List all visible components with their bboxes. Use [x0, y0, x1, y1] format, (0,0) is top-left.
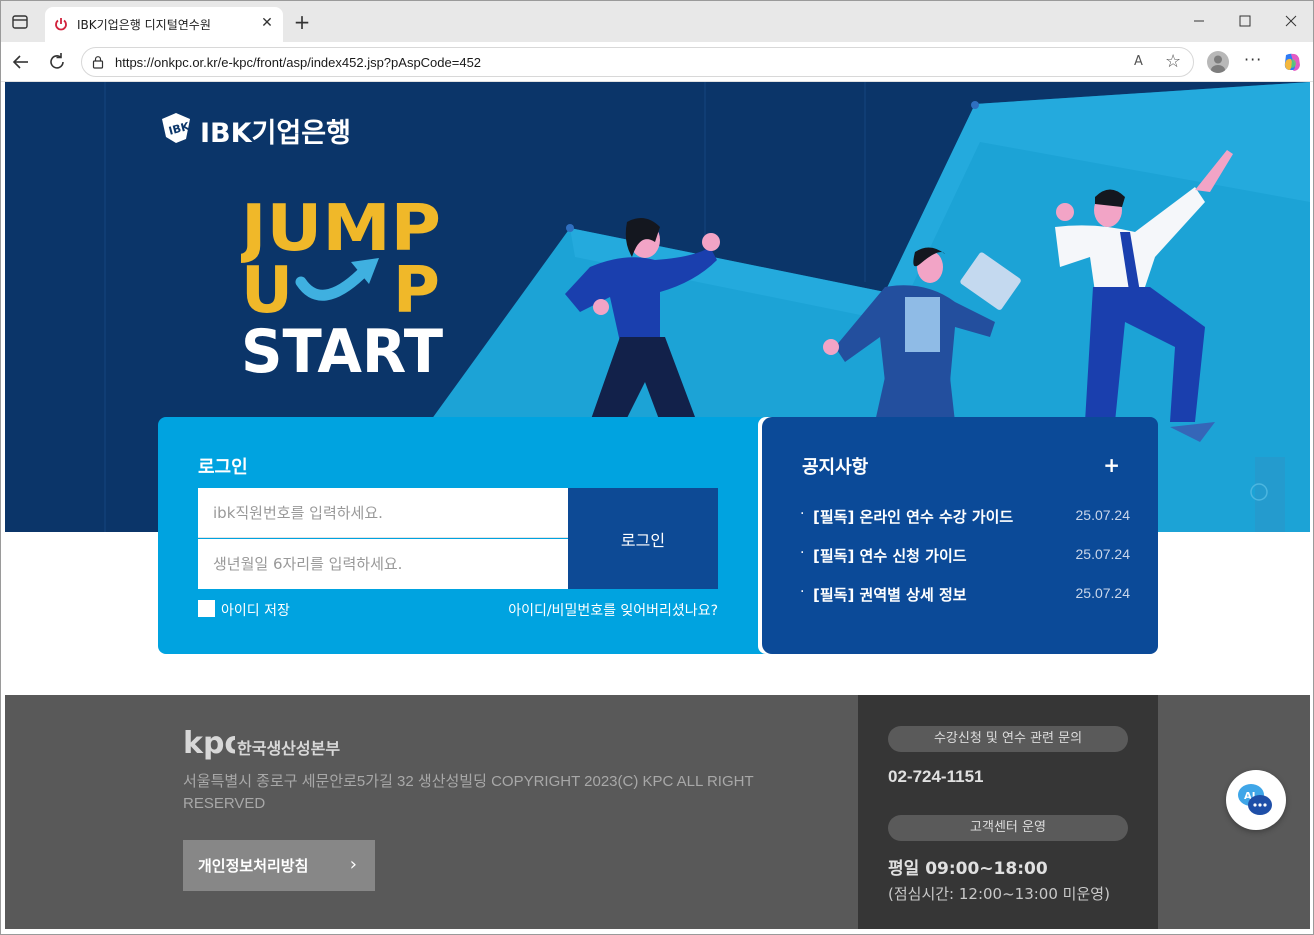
power-favicon-icon — [53, 16, 69, 32]
minimize-icon[interactable] — [1184, 9, 1214, 33]
slogan: JUMP U P START — [237, 192, 451, 387]
notice-item-date: 25.07.24 — [1075, 507, 1131, 523]
url-text[interactable]: https://onkpc.or.kr/e-kpc/front/asp/inde… — [115, 55, 481, 70]
read-aloud-icon[interactable]: A — [1134, 54, 1143, 69]
notice-item-title[interactable]: [필독] 권역별 상세 정보 — [813, 584, 967, 605]
footer: kpc 한국생산성본부 서울특별시 종로구 세문안로5가길 32 생산성빌딩 C… — [5, 695, 1310, 929]
tab-strip: IBK기업은행 디지털연수원 ✕ + — [1, 1, 1313, 42]
browser-toolbar: https://onkpc.or.kr/e-kpc/front/asp/inde… — [1, 42, 1313, 82]
browser-window: IBK기업은행 디지털연수원 ✕ + https://onkpc.or.kr/e… — [0, 0, 1314, 935]
ibk-logo-mark-icon: IBK — [162, 113, 191, 143]
save-id-checkbox[interactable] — [198, 600, 215, 617]
kpc-logo-text: kpc — [183, 726, 235, 761]
notice-item[interactable]: · [필독] 권역별 상세 정보 25.07.24 — [800, 584, 1130, 606]
login-button[interactable]: 로그인 — [568, 488, 718, 589]
lunch-break-note: (점심시간: 12:00~13:00 미운영) — [888, 885, 1110, 903]
tab-title: IBK기업은행 디지털연수원 — [77, 18, 211, 32]
kpc-logo-mark-icon: kpc — [183, 726, 235, 761]
notice-item-date: 25.07.24 — [1075, 546, 1131, 562]
birthdate-input[interactable] — [198, 539, 568, 589]
ibk-logo[interactable]: IBK IBK기업은행 — [158, 109, 358, 149]
copilot-icon[interactable] — [1281, 51, 1303, 73]
privacy-policy-label: 개인정보처리방침 — [198, 857, 309, 875]
refresh-icon[interactable] — [45, 50, 69, 74]
ai-chat-icon: AI — [1238, 784, 1272, 815]
more-options-icon[interactable]: ··· — [1244, 50, 1262, 69]
inquiry-label: 수강신청 및 연수 관련 문의 — [888, 726, 1128, 752]
notice-more-button[interactable]: + — [1103, 453, 1120, 477]
new-tab-button[interactable]: + — [291, 11, 313, 33]
slogan-graphic: JUMP U P START — [237, 192, 443, 387]
address-bar[interactable]: https://onkpc.or.kr/e-kpc/front/asp/inde… — [81, 47, 1194, 77]
back-icon[interactable] — [9, 50, 33, 74]
customer-center-label: 고객센터 운영 — [888, 815, 1128, 841]
notice-item-title[interactable]: [필독] 연수 신청 가이드 — [813, 545, 967, 566]
page-content: IBK IBK기업은행 JUMP U P START 로그인 로그인 — [5, 82, 1310, 929]
profile-avatar-icon[interactable] — [1207, 51, 1229, 73]
notice-bullet: · — [800, 545, 805, 561]
tab-actions-icon[interactable] — [9, 11, 31, 33]
operating-hours: 평일 09:00~18:00 — [888, 859, 1048, 879]
org-name: 한국생산성본부 — [237, 739, 341, 758]
notice-title: 공지사항 — [802, 457, 869, 478]
slogan-line-3: START — [241, 317, 443, 382]
notice-bullet: · — [800, 506, 805, 522]
notice-bullet: · — [800, 584, 805, 600]
login-title: 로그인 — [198, 457, 248, 478]
login-panel: 로그인 로그인 아이디 저장 아이디/비밀번호를 잊어버리셨나요? — [158, 417, 768, 654]
bank-name: IBK기업은행 — [200, 118, 351, 149]
notice-item[interactable]: · [필독] 온라인 연수 수강 가이드 25.07.24 — [800, 506, 1130, 528]
kpc-logo: kpc 한국생산성본부 — [183, 725, 383, 761]
save-id-label[interactable]: 아이디 저장 — [221, 600, 290, 620]
privacy-policy-button[interactable]: 개인정보처리방침 › — [183, 840, 375, 891]
close-tab-icon[interactable]: ✕ — [259, 15, 275, 31]
notice-panel: 공지사항 + · [필독] 온라인 연수 수강 가이드 25.07.24 · [… — [762, 417, 1158, 654]
find-account-link[interactable]: 아이디/비밀번호를 잊어버리셨나요? — [508, 600, 718, 620]
employee-id-input[interactable] — [198, 488, 568, 538]
footer-address: 서울특별시 종로구 세문안로5가길 32 생산성빌딩 COPYRIGHT 202… — [183, 773, 754, 812]
close-window-icon[interactable] — [1276, 9, 1306, 33]
browser-tab[interactable]: IBK기업은행 디지털연수원 ✕ — [45, 7, 283, 42]
chevron-right-icon: › — [349, 854, 357, 875]
phone-number: 02-724-1151 — [888, 767, 984, 786]
maximize-icon[interactable] — [1230, 9, 1260, 33]
notice-item[interactable]: · [필독] 연수 신청 가이드 25.07.24 — [800, 545, 1130, 567]
slogan-arrow-icon — [295, 268, 367, 301]
favorite-star-icon[interactable]: ☆ — [1165, 51, 1181, 72]
ai-chat-button[interactable]: AI — [1226, 770, 1286, 830]
lock-icon[interactable] — [91, 55, 105, 69]
notice-item-title[interactable]: [필독] 온라인 연수 수강 가이드 — [813, 506, 1013, 527]
notice-item-date: 25.07.24 — [1075, 585, 1131, 601]
